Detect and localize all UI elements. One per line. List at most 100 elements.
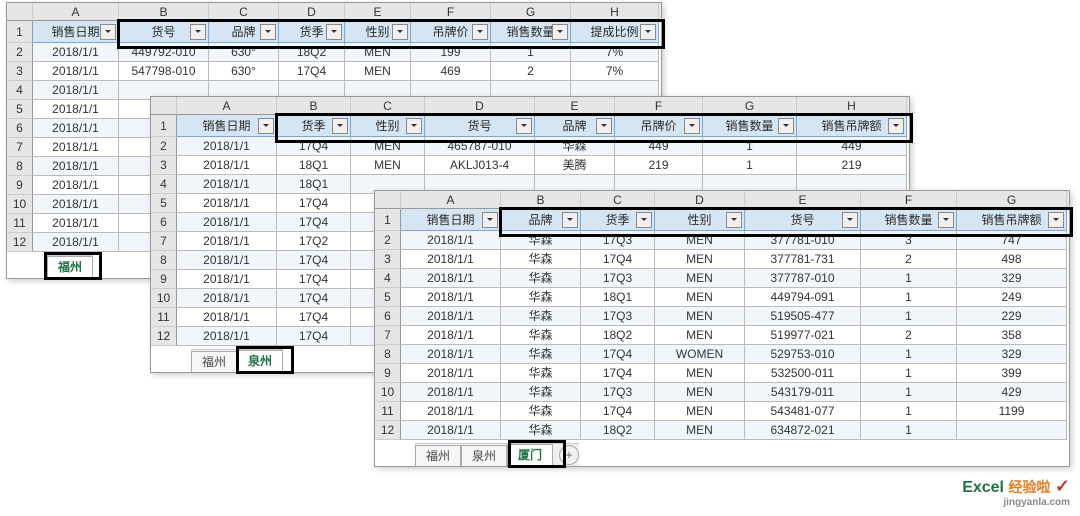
column-header[interactable]: F	[411, 3, 491, 21]
filter-dropdown-icon[interactable]	[726, 212, 742, 228]
cell[interactable]: 2018/1/1	[177, 289, 277, 308]
cell[interactable]: 249	[957, 288, 1067, 307]
sheet-tab[interactable]: 福州	[47, 256, 93, 279]
select-all-corner[interactable]	[151, 97, 177, 115]
select-all-corner[interactable]	[7, 3, 33, 21]
cell[interactable]: MEN	[655, 231, 745, 250]
cell[interactable]: 华森	[535, 137, 615, 156]
row-header[interactable]: 12	[7, 233, 33, 252]
filter-dropdown-icon[interactable]	[482, 212, 498, 228]
table-header-cell[interactable]: 性别	[655, 209, 745, 231]
row-header[interactable]: 9	[375, 364, 401, 383]
cell[interactable]: 519977-021	[745, 326, 861, 345]
cell[interactable]: 2018/1/1	[177, 194, 277, 213]
cell[interactable]: WOMEN	[655, 345, 745, 364]
row-header[interactable]: 2	[151, 137, 177, 156]
column-header[interactable]: D	[279, 3, 345, 21]
filter-dropdown-icon[interactable]	[684, 118, 700, 134]
row-header[interactable]: 7	[7, 138, 33, 157]
cell[interactable]: 2018/1/1	[401, 383, 501, 402]
cell[interactable]: 17Q4	[277, 289, 351, 308]
cell[interactable]: MEN	[345, 43, 411, 62]
cell[interactable]: 18Q2	[581, 326, 655, 345]
column-header[interactable]: A	[33, 3, 119, 21]
table-header-cell[interactable]: 货季	[277, 115, 351, 137]
table-header-cell[interactable]: 销售日期	[33, 21, 119, 43]
cell[interactable]: 2018/1/1	[401, 250, 501, 269]
column-header[interactable]: C	[581, 191, 655, 209]
row-header[interactable]: 10	[7, 195, 33, 214]
cell[interactable]: 2018/1/1	[33, 176, 119, 195]
row-header[interactable]: 11	[7, 214, 33, 233]
cell[interactable]: 18Q2	[279, 43, 345, 62]
cell[interactable]: 2	[861, 250, 957, 269]
filter-dropdown-icon[interactable]	[888, 118, 904, 134]
cell[interactable]: 17Q3	[581, 383, 655, 402]
filter-dropdown-icon[interactable]	[326, 24, 342, 40]
cell[interactable]: 2018/1/1	[33, 195, 119, 214]
column-header[interactable]: D	[425, 97, 535, 115]
filter-dropdown-icon[interactable]	[258, 118, 274, 134]
table-header-cell[interactable]: 提成比例	[571, 21, 659, 43]
table-header-cell[interactable]: 吊牌价	[411, 21, 491, 43]
cell[interactable]: 2018/1/1	[401, 421, 501, 440]
row-header[interactable]: 9	[151, 270, 177, 289]
cell[interactable]: 2	[861, 326, 957, 345]
row-header[interactable]: 12	[151, 327, 177, 346]
row-header[interactable]: 6	[151, 213, 177, 232]
row-header[interactable]: 11	[151, 308, 177, 327]
cell[interactable]: 532500-011	[745, 364, 861, 383]
row-header[interactable]: 8	[375, 345, 401, 364]
column-header[interactable]: C	[351, 97, 425, 115]
column-header[interactable]: C	[209, 3, 279, 21]
cell[interactable]: 2018/1/1	[401, 269, 501, 288]
cell[interactable]: 747	[957, 231, 1067, 250]
cell[interactable]: 华森	[501, 383, 581, 402]
column-header[interactable]: G	[491, 3, 571, 21]
filter-dropdown-icon[interactable]	[1048, 212, 1064, 228]
row-header[interactable]: 8	[7, 157, 33, 176]
row-header[interactable]: 1	[151, 115, 177, 137]
filter-dropdown-icon[interactable]	[562, 212, 578, 228]
cell[interactable]: 17Q3	[581, 269, 655, 288]
filter-dropdown-icon[interactable]	[596, 118, 612, 134]
cell[interactable]: MEN	[655, 364, 745, 383]
table-header-cell[interactable]: 销售吊牌额	[957, 209, 1067, 231]
row-header[interactable]: 2	[7, 43, 33, 62]
sheet-tab[interactable]: 福州	[191, 351, 237, 372]
table-header-cell[interactable]: 销售日期	[177, 115, 277, 137]
column-header[interactable]: E	[745, 191, 861, 209]
cell[interactable]: 377781-010	[745, 231, 861, 250]
table-header-cell[interactable]: 吊牌价	[615, 115, 703, 137]
column-header[interactable]: G	[703, 97, 797, 115]
cell[interactable]: 1	[861, 383, 957, 402]
cell[interactable]: 2018/1/1	[33, 81, 119, 100]
table-header-cell[interactable]: 销售日期	[401, 209, 501, 231]
cell[interactable]: 2018/1/1	[401, 402, 501, 421]
cell[interactable]: 377781-731	[745, 250, 861, 269]
cell[interactable]: 2018/1/1	[33, 233, 119, 252]
cell[interactable]: 17Q4	[581, 345, 655, 364]
sheet-tab[interactable]: 厦门	[507, 444, 553, 467]
row-header[interactable]: 3	[375, 250, 401, 269]
cell[interactable]: 2018/1/1	[401, 231, 501, 250]
table-header-cell[interactable]: 销售数量	[703, 115, 797, 137]
cell[interactable]: 2018/1/1	[33, 100, 119, 119]
filter-dropdown-icon[interactable]	[640, 24, 656, 40]
cell[interactable]: 2018/1/1	[33, 119, 119, 138]
cell[interactable]: MEN	[351, 137, 425, 156]
column-header[interactable]: G	[957, 191, 1067, 209]
cell[interactable]: 17Q4	[277, 251, 351, 270]
column-header[interactable]: A	[177, 97, 277, 115]
column-header[interactable]: H	[571, 3, 659, 21]
cell[interactable]: 2018/1/1	[177, 175, 277, 194]
row-header[interactable]: 7	[151, 232, 177, 251]
cell[interactable]: 543481-077	[745, 402, 861, 421]
cell[interactable]: MEN	[655, 402, 745, 421]
cell[interactable]: 377787-010	[745, 269, 861, 288]
column-header[interactable]: B	[501, 191, 581, 209]
filter-dropdown-icon[interactable]	[392, 24, 408, 40]
cell[interactable]: 2018/1/1	[401, 345, 501, 364]
table-header-cell[interactable]: 货号	[745, 209, 861, 231]
cell[interactable]: MEN	[655, 326, 745, 345]
